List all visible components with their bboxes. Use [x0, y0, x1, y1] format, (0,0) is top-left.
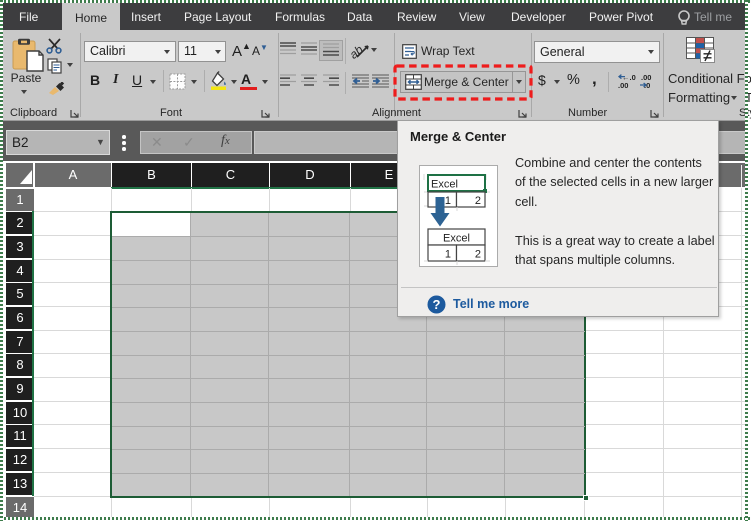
svg-text:Excel: Excel — [431, 179, 458, 191]
svg-text:.00: .00 — [618, 81, 628, 89]
svg-text:?: ? — [433, 297, 441, 312]
svg-text:Excel: Excel — [443, 233, 470, 245]
svg-text:2: 2 — [475, 195, 481, 207]
svg-text:1: 1 — [445, 249, 451, 261]
svg-text:1: 1 — [445, 195, 451, 207]
svg-text:2: 2 — [475, 249, 481, 261]
